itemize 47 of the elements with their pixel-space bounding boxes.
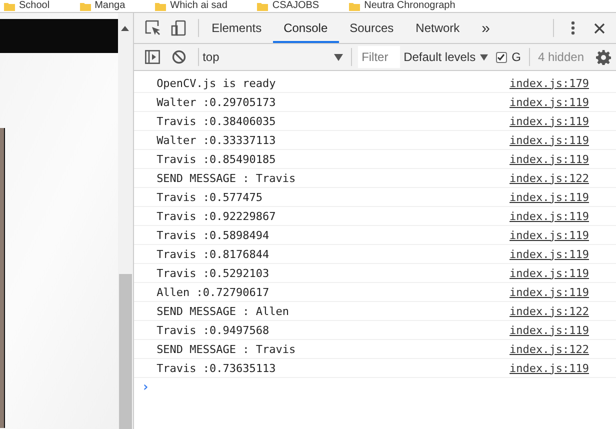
source-link[interactable]: index.js:119	[510, 362, 589, 374]
source-link[interactable]: index.js:119	[510, 190, 589, 204]
bookmark-link[interactable]: Which ai sad	[170, 0, 228, 12]
log-message: Travis :0.92229867	[156, 210, 276, 222]
source-link[interactable]: index.js:119	[510, 266, 589, 280]
source-link[interactable]: index.js:119	[510, 286, 589, 298]
log-message: Travis :0.9497568	[156, 324, 270, 336]
source-link[interactable]: index.js:122	[510, 304, 589, 318]
log-message: Travis :0.577475	[156, 190, 263, 204]
more-tabs-button[interactable]: »	[470, 13, 502, 43]
log-message: Allen :0.72790617	[156, 286, 270, 298]
devtools-tab[interactable]: Network	[404, 13, 471, 43]
bookmark-link[interactable]: School	[19, 0, 50, 12]
source-link[interactable]: index.js:122	[510, 342, 589, 356]
source-link[interactable]: index.js:119	[510, 134, 589, 146]
devtools-tab[interactable]: Elements	[200, 13, 273, 43]
console-prompt[interactable]: ›	[134, 378, 150, 398]
bookmark-link[interactable]: Neutra Chronograph	[364, 0, 456, 12]
log-message: SEND MESSAGE : Travis	[156, 342, 296, 356]
source-link[interactable]: index.js:119	[510, 248, 589, 260]
source-link[interactable]: index.js:119	[510, 324, 589, 336]
source-link[interactable]: index.js:119	[510, 152, 589, 166]
source-link[interactable]: index.js:179	[510, 76, 589, 90]
log-message: Walter :0.33337113	[156, 134, 276, 146]
log-message: Travis :0.8176844	[156, 248, 270, 260]
log-message: SEND MESSAGE : Travis	[156, 172, 296, 184]
filter-field[interactable]: Filter	[358, 46, 400, 68]
log-message: Travis :0.85490185	[156, 152, 276, 166]
context-selector[interactable]: top	[198, 50, 351, 64]
devtools-tab[interactable]: Sources	[338, 13, 405, 43]
bookmark-link[interactable]: CSAJOBS	[272, 0, 320, 12]
group-label: G	[512, 50, 521, 64]
log-message: OpenCV.js is ready	[156, 76, 276, 90]
source-link[interactable]: index.js:119	[510, 96, 589, 108]
source-link[interactable]: index.js:119	[510, 210, 589, 222]
log-message: Travis :0.5898494	[156, 228, 270, 242]
source-link[interactable]: index.js:119	[510, 228, 589, 242]
source-link[interactable]: index.js:122	[510, 172, 589, 184]
log-message: Walter :0.29705173	[156, 96, 276, 108]
log-message: SEND MESSAGE : Allen	[156, 304, 290, 318]
hidden-count: 4 hidden	[538, 50, 584, 64]
bookmark-link[interactable]: Manga	[94, 0, 126, 12]
log-message: Travis :0.5292103	[156, 266, 270, 280]
log-message: Travis :0.73635113	[156, 362, 276, 374]
log-levels-dropdown[interactable]: Default levels	[404, 50, 488, 64]
log-message: Travis :0.38406035	[156, 114, 276, 128]
source-link[interactable]: index.js:119	[510, 114, 589, 128]
